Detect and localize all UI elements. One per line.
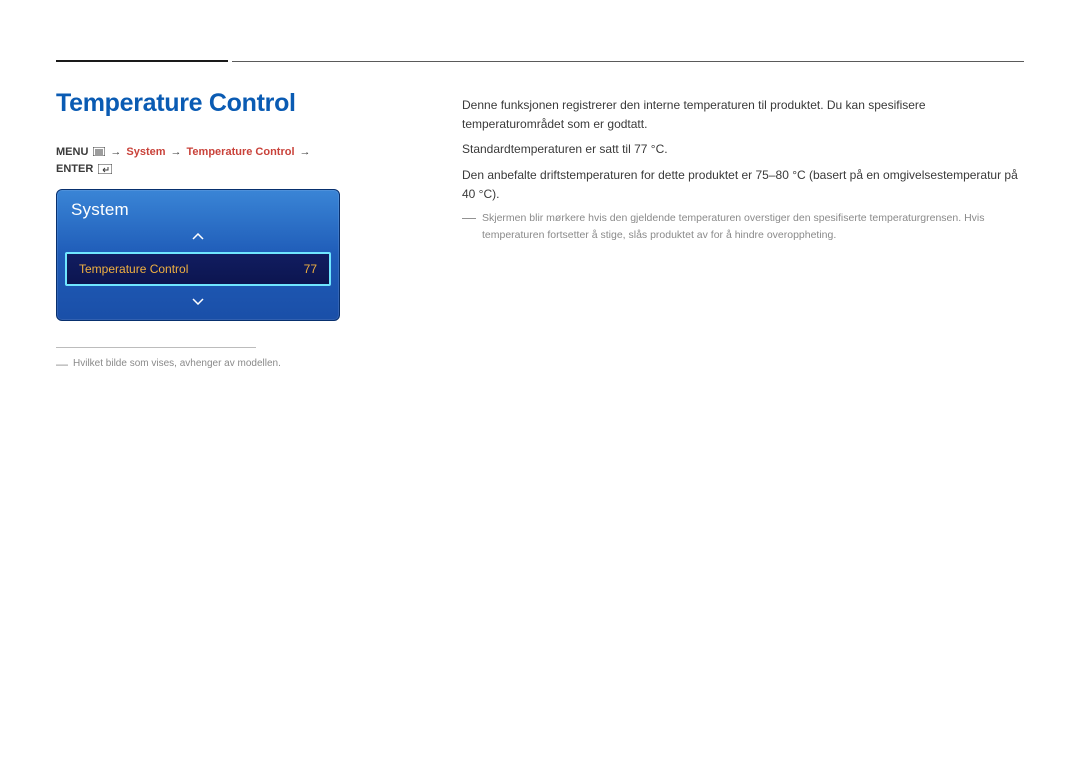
breadcrumb-arrow: → (300, 146, 311, 158)
breadcrumb-arrow: → (110, 146, 121, 158)
breadcrumb-item-temp-control: Temperature Control (187, 146, 295, 158)
chevron-down-icon (191, 297, 205, 305)
chevron-up-icon (191, 233, 205, 241)
top-rule-short (56, 60, 228, 62)
menu-item-temperature-control[interactable]: Temperature Control 77 (65, 252, 331, 286)
breadcrumb-prefix: MENU (56, 146, 88, 158)
menu-item-label: Temperature Control (79, 262, 188, 276)
top-rule-long (232, 61, 1024, 62)
menu-scroll-up[interactable] (57, 226, 339, 248)
right-note: ― Skjermen blir mørkere hvis den gjelden… (462, 210, 1024, 244)
paragraph: Denne funksjonen registrerer den interne… (462, 96, 1024, 134)
breadcrumb-item-system: System (126, 146, 165, 158)
page-title: Temperature Control (56, 90, 346, 118)
left-footnote-text: Hvilket bilde som vises, avhenger av mod… (73, 358, 281, 369)
left-column: Temperature Control MENU → System → Temp… (56, 90, 346, 370)
left-footnote: ― Hvilket bilde som vises, avhenger av m… (56, 358, 346, 370)
paragraph: Den anbefalte driftstemperaturen for det… (462, 166, 1024, 204)
system-menu-panel: System Temperature Control 77 (56, 189, 340, 321)
menu-panel-header: System (57, 190, 339, 226)
breadcrumb-arrow: → (171, 146, 182, 158)
breadcrumb-suffix: ENTER (56, 163, 93, 175)
top-rule (56, 60, 1024, 62)
breadcrumb: MENU → System → Temperature Control → EN… (56, 146, 346, 175)
menu-scroll-down[interactable] (57, 290, 339, 320)
enter-icon (98, 164, 112, 174)
dash-icon: ― (56, 358, 68, 370)
dash-icon: ― (462, 210, 476, 244)
right-column: Denne funksjonen registrerer den interne… (462, 90, 1024, 370)
menu-icon (93, 147, 105, 156)
content: Temperature Control MENU → System → Temp… (56, 90, 1024, 370)
paragraph: Standardtemperaturen er satt til 77 °C. (462, 140, 1024, 159)
right-note-text: Skjermen blir mørkere hvis den gjeldende… (482, 210, 1024, 244)
footnote-separator (56, 347, 256, 348)
menu-item-value: 77 (304, 262, 317, 276)
page: Temperature Control MENU → System → Temp… (0, 0, 1080, 370)
